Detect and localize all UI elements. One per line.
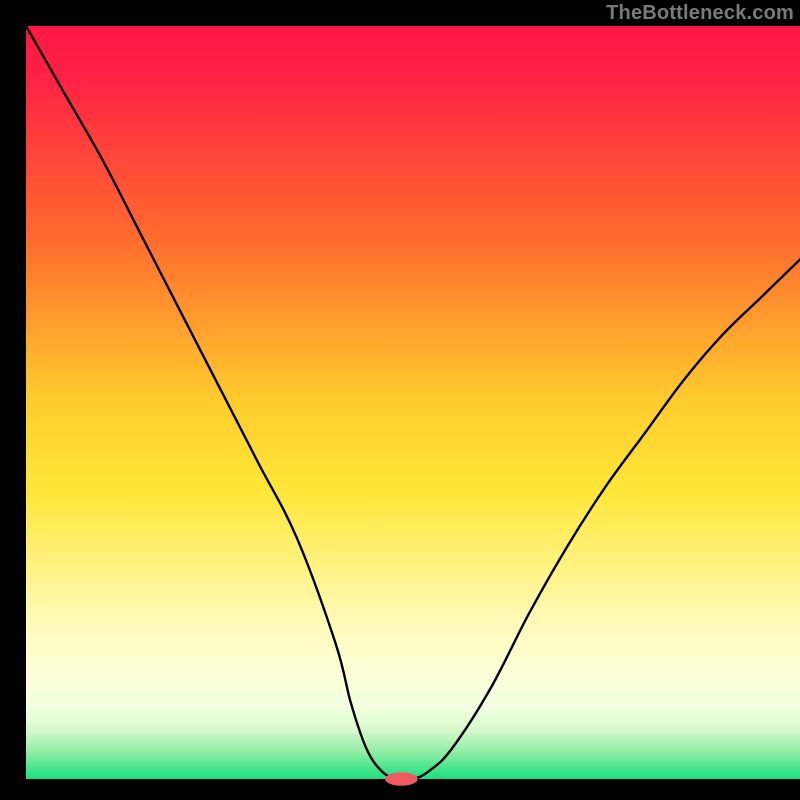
plot-background <box>26 26 800 779</box>
optimum-marker <box>385 772 418 786</box>
chart-container: { "watermark": "TheBottleneck.com", "col… <box>0 0 800 800</box>
watermark-text: TheBottleneck.com <box>606 2 794 25</box>
bottleneck-chart <box>0 0 800 800</box>
